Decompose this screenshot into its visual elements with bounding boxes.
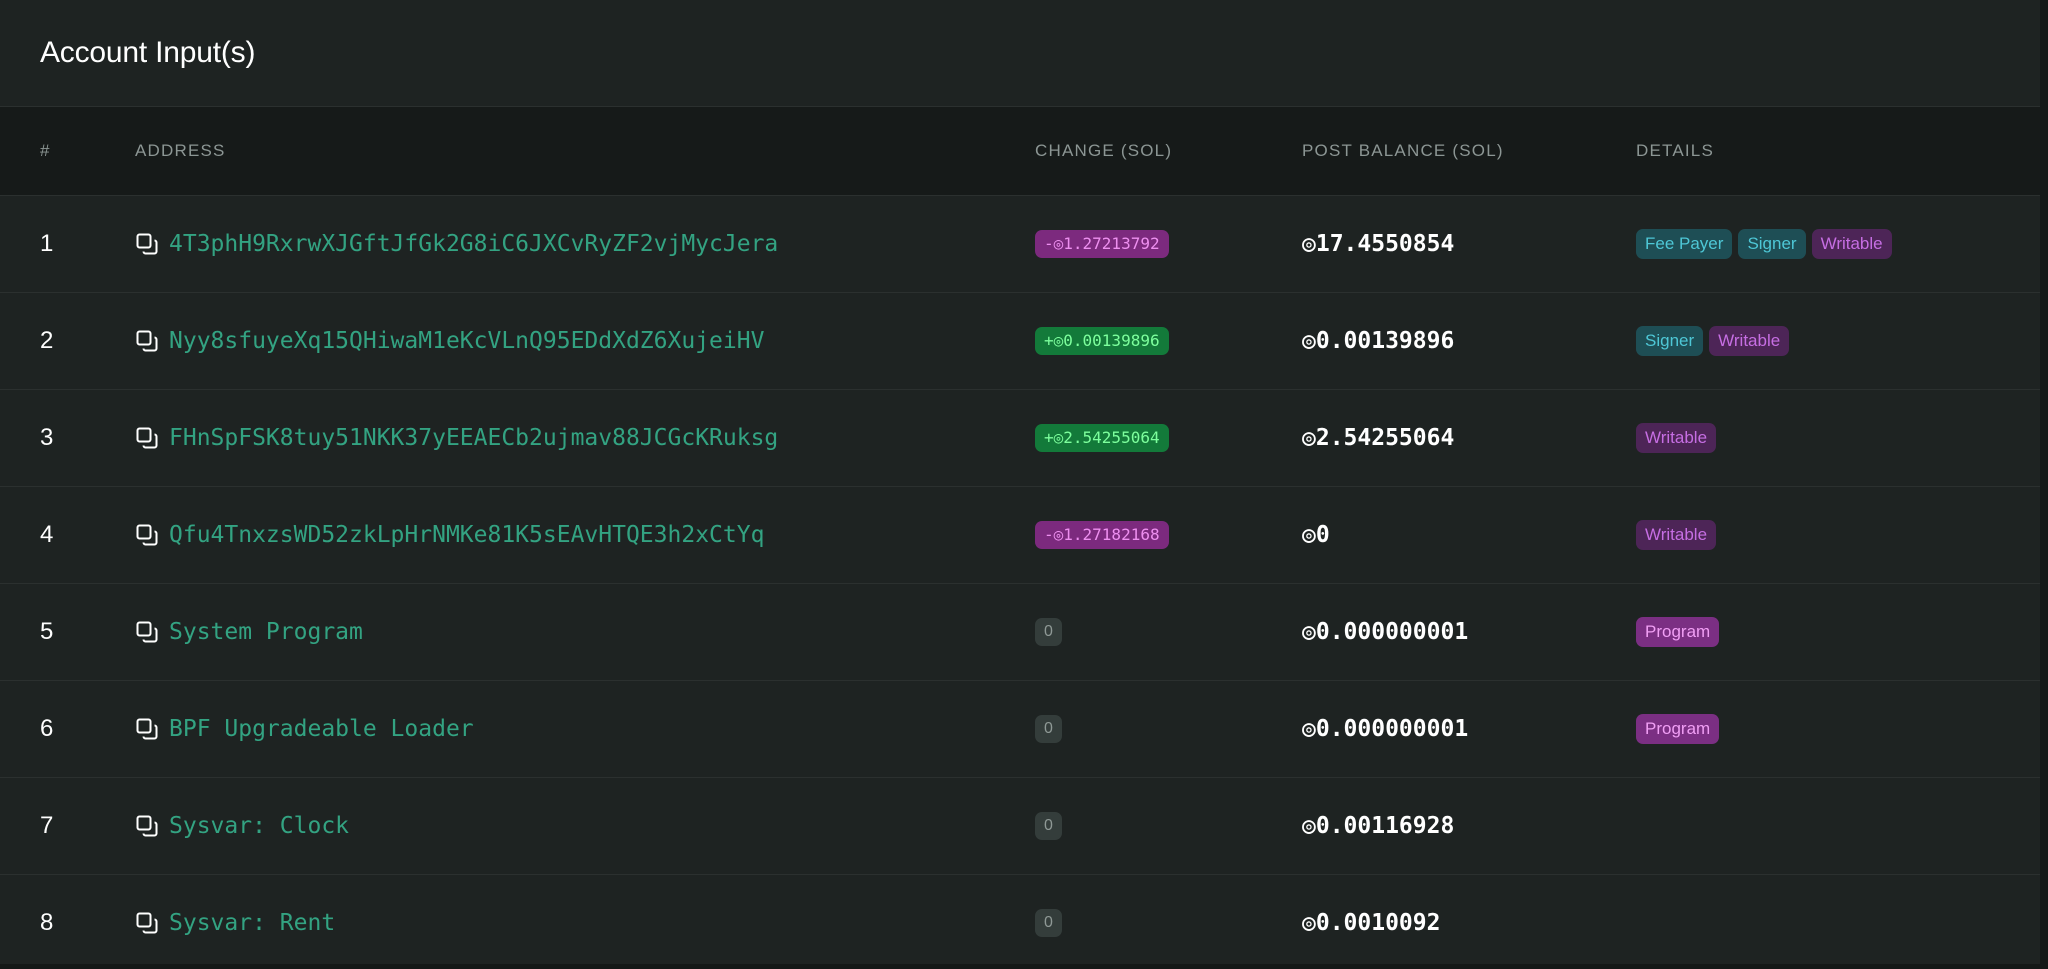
card-header: Account Input(s) [0, 0, 2040, 107]
change-cell: -◎1.27213792 [1035, 230, 1169, 258]
change-badge: 0 [1035, 812, 1062, 840]
change-cell: 0 [1035, 909, 1062, 937]
address-link[interactable]: FHnSpFSK8tuy51NKK37yEEAECb2ujmav88JCGcKR… [169, 425, 778, 451]
details-cell: Writable [1636, 520, 1717, 550]
detail-badge: Fee Payer [1636, 229, 1733, 259]
change-cell: 0 [1035, 618, 1062, 646]
table-row: 6 BPF Upgradeable Loader 0 ◎0.000000001 Prog… [0, 681, 2040, 778]
details-cell: Program [1636, 617, 1720, 647]
details-cell: Fee Payer Signer Writable [1636, 229, 1892, 259]
address-link[interactable]: Sysvar: Clock [169, 813, 349, 839]
row-number: 4 [40, 521, 54, 548]
detail-badge: Program [1636, 714, 1720, 744]
address-cell: Nyy8sfuyeXq15QHiwaM1eKcVLnQ95EDdXdZ6Xuje… [135, 328, 764, 354]
post-balance: ◎0 [1302, 522, 1330, 548]
detail-badge: Writable [1811, 229, 1892, 259]
detail-badge: Signer [1738, 229, 1806, 259]
detail-badge: Signer [1636, 326, 1704, 356]
column-header-details: DETAILS [1636, 141, 1714, 160]
detail-badge: Writable [1636, 423, 1717, 453]
change-cell: 0 [1035, 715, 1062, 743]
row-number: 1 [40, 230, 54, 257]
table-row: 7 Sysvar: Clock 0 ◎0.00116928 [0, 778, 2040, 875]
card-title: Account Input(s) [40, 36, 256, 69]
table-row: 2 Nyy8sfuyeXq15QHiwaM1eKcVLnQ95EDdXdZ6Xuj… [0, 293, 2040, 390]
change-badge: -◎1.27213792 [1035, 230, 1169, 258]
copy-icon[interactable] [135, 426, 159, 450]
post-balance: ◎0.0010092 [1302, 910, 1441, 936]
copy-icon[interactable] [135, 814, 159, 838]
column-header-num: # [40, 141, 51, 160]
table-row: 4 Qfu4TnxzsWD52zkLpHrNMKe81K5sEAvHTQE3h2x… [0, 487, 2040, 584]
table-header: # ADDRESS CHANGE (SOL) POST BALANCE (SOL… [0, 107, 2040, 196]
table-row: 5 System Program 0 ◎0.000000001 Program [0, 584, 2040, 681]
change-badge: 0 [1035, 715, 1062, 743]
detail-badge: Writable [1709, 326, 1790, 356]
change-cell: -◎1.27182168 [1035, 521, 1169, 549]
details-cell: Program [1636, 714, 1720, 744]
change-badge: +◎2.54255064 [1035, 424, 1169, 452]
table-row: 8 Sysvar: Rent 0 ◎0.0010092 [0, 875, 2040, 964]
copy-icon[interactable] [135, 911, 159, 935]
details-cell: Writable [1636, 423, 1717, 453]
row-number: 2 [40, 327, 54, 354]
table-body: 1 4T3phH9RxrwXJGftJfGk2G8iC6JXCvRyZF2vjMy… [0, 196, 2040, 964]
address-link[interactable]: Qfu4TnxzsWD52zkLpHrNMKe81K5sEAvHTQE3h2xC… [169, 522, 764, 548]
post-balance: ◎0.00139896 [1302, 328, 1455, 354]
address-cell: System Program [135, 619, 363, 645]
post-balance: ◎0.000000001 [1302, 619, 1469, 645]
row-number: 5 [40, 618, 54, 645]
row-number: 6 [40, 715, 54, 742]
address-link[interactable]: Nyy8sfuyeXq15QHiwaM1eKcVLnQ95EDdXdZ6Xuje… [169, 328, 764, 354]
post-balance: ◎2.54255064 [1302, 425, 1455, 451]
address-link[interactable]: BPF Upgradeable Loader [169, 716, 474, 742]
copy-icon[interactable] [135, 232, 159, 256]
detail-badge: Program [1636, 617, 1720, 647]
row-number: 8 [40, 909, 54, 936]
change-badge: 0 [1035, 618, 1062, 646]
change-badge: +◎0.00139896 [1035, 327, 1169, 355]
address-cell: Qfu4TnxzsWD52zkLpHrNMKe81K5sEAvHTQE3h2xC… [135, 522, 764, 548]
column-header-address: ADDRESS [135, 141, 226, 160]
detail-badge: Writable [1636, 520, 1717, 550]
address-link[interactable]: System Program [169, 619, 363, 645]
copy-icon[interactable] [135, 523, 159, 547]
post-balance: ◎17.4550854 [1302, 231, 1455, 257]
change-badge: 0 [1035, 909, 1062, 937]
address-cell: FHnSpFSK8tuy51NKK37yEEAECb2ujmav88JCGcKR… [135, 425, 778, 451]
address-link[interactable]: 4T3phH9RxrwXJGftJfGk2G8iC6JXCvRyZF2vjMyc… [169, 231, 778, 257]
column-header-change: CHANGE (SOL) [1035, 141, 1173, 160]
post-balance: ◎0.00116928 [1302, 813, 1455, 839]
copy-icon[interactable] [135, 329, 159, 353]
row-number: 7 [40, 812, 54, 839]
table-row: 1 4T3phH9RxrwXJGftJfGk2G8iC6JXCvRyZF2vjMy… [0, 196, 2040, 293]
copy-icon[interactable] [135, 717, 159, 741]
change-cell: +◎0.00139896 [1035, 327, 1169, 355]
column-header-post-balance: POST BALANCE (SOL) [1302, 141, 1504, 160]
copy-icon[interactable] [135, 620, 159, 644]
change-badge: -◎1.27182168 [1035, 521, 1169, 549]
table-row: 3 FHnSpFSK8tuy51NKK37yEEAECb2ujmav88JCGcK… [0, 390, 2040, 487]
change-cell: +◎2.54255064 [1035, 424, 1169, 452]
address-cell: Sysvar: Rent [135, 910, 335, 936]
address-link[interactable]: Sysvar: Rent [169, 910, 335, 936]
change-cell: 0 [1035, 812, 1062, 840]
account-inputs-card: Account Input(s) # ADDRESS CHANGE (SOL) … [0, 0, 2046, 968]
post-balance: ◎0.000000001 [1302, 716, 1469, 742]
address-cell: BPF Upgradeable Loader [135, 716, 474, 742]
address-cell: Sysvar: Clock [135, 813, 349, 839]
details-cell: Signer Writable [1636, 326, 1790, 356]
row-number: 3 [40, 424, 54, 451]
address-cell: 4T3phH9RxrwXJGftJfGk2G8iC6JXCvRyZF2vjMyc… [135, 231, 778, 257]
